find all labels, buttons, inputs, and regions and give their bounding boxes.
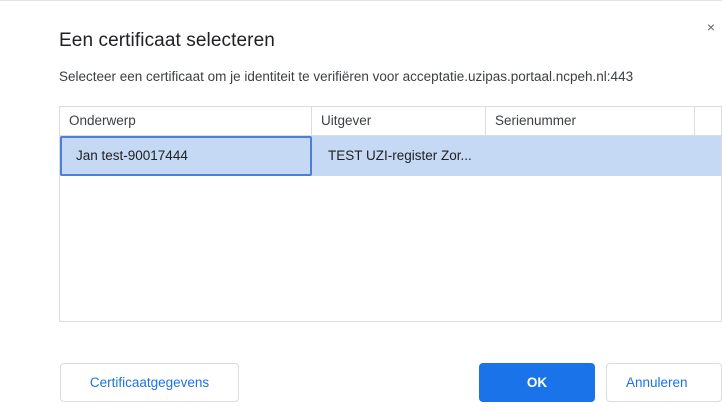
table-row[interactable]: Jan test-90017444 TEST UZI-register Zor.…: [60, 136, 721, 176]
dialog-title: Een certificaat selecteren: [59, 30, 275, 51]
ok-button[interactable]: OK: [479, 363, 595, 402]
column-header-issuer[interactable]: Uitgever: [312, 107, 486, 135]
column-header-serial[interactable]: Serienummer: [486, 107, 695, 135]
cell-serial[interactable]: [486, 136, 695, 176]
column-header-subject[interactable]: Onderwerp: [60, 107, 312, 135]
close-icon[interactable]: ×: [704, 19, 718, 35]
certificate-dialog: × Een certificaat selecteren Selecteer e…: [0, 0, 722, 410]
cell-issuer[interactable]: TEST UZI-register Zor...: [314, 136, 486, 176]
table-header: Onderwerp Uitgever Serienummer: [60, 107, 721, 136]
certificate-table: Onderwerp Uitgever Serienummer Jan test-…: [59, 106, 722, 322]
cell-subject[interactable]: Jan test-90017444: [60, 136, 312, 176]
cancel-button[interactable]: Annuleren: [606, 363, 722, 402]
certificate-details-button[interactable]: Certificaatgegevens: [60, 363, 239, 402]
dialog-subtitle: Selecteer een certificaat om je identite…: [59, 69, 634, 84]
